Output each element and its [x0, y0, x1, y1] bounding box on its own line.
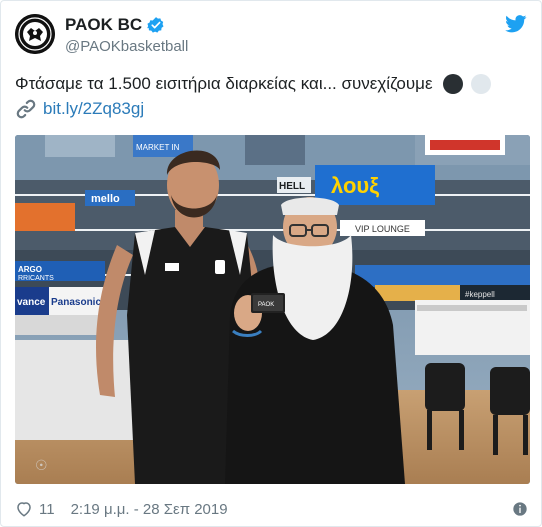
banner-keppell: #keppell	[465, 290, 495, 299]
banner-panasonic: Panasonic	[51, 297, 101, 308]
twitter-bird-icon[interactable]	[505, 15, 527, 33]
tweet-link[interactable]: bit.ly/2Zq83gj	[15, 98, 144, 120]
banner-market-in: MARKET IN	[136, 143, 180, 152]
tweet-text-content: Φτάσαμε τα 1.500 εισιτήρια διαρκείας και…	[15, 74, 433, 93]
tweet-text: Φτάσαμε τα 1.500 εισιτήρια διαρκείας και…	[15, 73, 525, 95]
banner-argo-sub: RRICANTS	[18, 275, 54, 282]
like-count[interactable]: 11	[39, 501, 55, 518]
svg-text:☉: ☉	[35, 457, 48, 473]
banner-hell: HELL	[279, 181, 305, 192]
banner-vip-lounge: VIP LOUNGE	[355, 224, 410, 234]
tweet-footer: 11 2:19 μ.μ. - 28 Σεπ 2019	[15, 498, 530, 520]
display-name-text: PAOK BC	[65, 15, 143, 34]
avatar[interactable]	[15, 14, 55, 54]
banner-lous: λουξ	[331, 173, 379, 198]
season-ticket-card-text: PAOK	[258, 302, 274, 308]
banner-argo: ARGO	[18, 265, 42, 274]
display-name[interactable]: PAOK BC	[65, 15, 165, 35]
black-circle-emoji-icon	[442, 74, 463, 94]
timestamp[interactable]: 2:19 μ.μ. - 28 Σεπ 2019	[71, 501, 228, 518]
info-icon[interactable]	[512, 501, 528, 517]
banner-mello: mello	[91, 193, 120, 205]
banner-vance: vance	[17, 297, 46, 308]
paok-logo-icon	[15, 14, 55, 54]
heart-icon[interactable]	[15, 500, 33, 518]
handle[interactable]: @PAOKbasketball	[65, 38, 188, 55]
tweet-photo[interactable]: mello MARKET IN λουξ HELL VIP LOUNGE ARG…	[15, 135, 530, 484]
verified-badge-icon	[147, 17, 164, 33]
link-icon	[16, 99, 36, 119]
tweet-card: PAOK BC @PAOKbasketball Φτάσαμε τα 1.500…	[0, 0, 542, 527]
white-circle-emoji-icon	[470, 74, 491, 94]
tweet-link-text[interactable]: bit.ly/2Zq83gj	[43, 98, 144, 120]
tweet-photo-image: mello MARKET IN λουξ HELL VIP LOUNGE ARG…	[15, 135, 530, 484]
